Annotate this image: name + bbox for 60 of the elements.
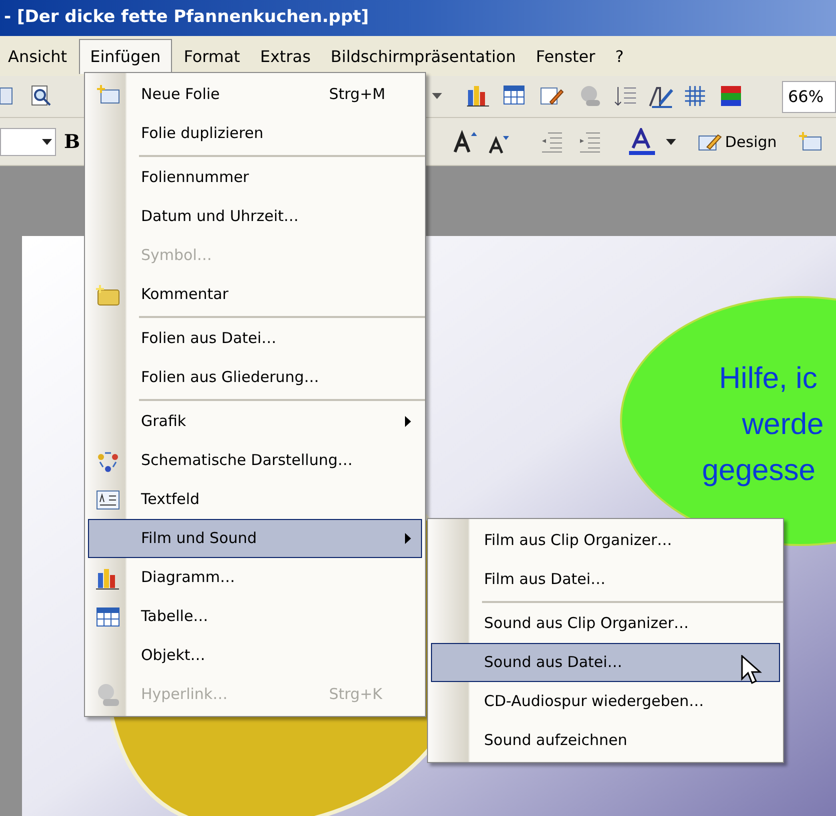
zoom-field[interactable]: 66% [782, 81, 836, 113]
bold-button[interactable]: B [64, 128, 80, 156]
speech-bubble-text: werde [742, 407, 824, 443]
menu-item[interactable]: Neue Folie Strg+M [88, 75, 422, 114]
menu-item[interactable]: Folien aus Datei… [88, 319, 422, 358]
increase-indent-icon[interactable] [578, 131, 602, 153]
menu-item[interactable]: Film aus Clip Organizer… [431, 521, 780, 560]
menu-bar-item[interactable]: Extras [252, 39, 319, 74]
menu-item[interactable]: Film und Sound [88, 519, 422, 558]
wordart-icon[interactable] [648, 84, 674, 108]
menu-item[interactable]: Datum und Uhrzeit… [88, 197, 422, 236]
color-icon[interactable] [720, 85, 742, 107]
menu-item[interactable]: Folien aus Gliederung… [88, 358, 422, 397]
sort-icon[interactable] [614, 85, 638, 107]
design-pencil-icon [698, 132, 722, 152]
menu-item[interactable]: Sound aufzeichnen [431, 721, 780, 760]
comment-icon [95, 284, 121, 306]
decrease-indent-icon[interactable] [540, 131, 564, 153]
menu-item[interactable]: Objekt… [88, 636, 422, 675]
speech-bubble-text: Hilfe, ic [719, 361, 818, 397]
menu-item[interactable]: Schematische Darstellung… [88, 441, 422, 480]
menu-item[interactable]: Foliennummer [88, 158, 422, 197]
speech-bubble-text: gegesse [702, 453, 816, 489]
menu-bar-item[interactable]: Ansicht [0, 39, 76, 74]
dropdown-arrow-icon[interactable] [666, 139, 676, 145]
shrink-font-icon[interactable] [488, 134, 510, 154]
menu-item[interactable]: Folie duplizieren [88, 114, 422, 153]
grid-icon[interactable] [684, 85, 706, 107]
menu-item[interactable]: Grafik [88, 402, 422, 441]
design-button[interactable]: Design [698, 129, 777, 155]
menu-item[interactable]: Sound aus Clip Organizer… [431, 604, 780, 643]
grow-font-icon[interactable] [452, 130, 478, 154]
font-color-icon[interactable] [628, 128, 656, 156]
menu-bar-item[interactable]: Format [176, 39, 248, 74]
new-slide-icon [95, 84, 121, 106]
menu-bar-item[interactable]: Einfügen [79, 39, 172, 74]
menu-item[interactable]: Film aus Datei… [431, 560, 780, 599]
window-title: - [Der dicke fette Pfannenkuchen.ppt] [4, 6, 369, 30]
menu-item[interactable]: Kommentar [88, 275, 422, 314]
table-icon [96, 606, 120, 626]
edit-pencil-icon[interactable] [540, 85, 564, 107]
menu-item[interactable]: Diagramm… [88, 558, 422, 597]
menu-item[interactable]: Sound aus Datei… [431, 643, 780, 682]
dropdown-arrow-icon[interactable] [432, 93, 442, 99]
menu-bar-item[interactable]: Bildschirmpräsentation [322, 39, 524, 74]
chart-icon[interactable] [466, 84, 490, 108]
globe-icon [95, 682, 121, 708]
menu-item[interactable]: Textfeld [88, 480, 422, 519]
mouse-pointer-icon [741, 655, 763, 687]
dropdown-arrow-icon [42, 139, 52, 145]
font-size-field[interactable] [0, 128, 56, 156]
menu-bar-item[interactable]: Fenster [528, 39, 604, 74]
new-slide-icon[interactable] [798, 131, 824, 153]
menu-item[interactable]: CD-Audiospur wiedergeben… [431, 682, 780, 721]
menu-item[interactable]: Tabelle… [88, 597, 422, 636]
print-preview-icon[interactable] [30, 85, 52, 107]
text-box-icon [96, 490, 120, 510]
page-icon[interactable] [0, 86, 14, 106]
menu-bar-item[interactable]: ? [607, 39, 632, 74]
table-icon[interactable] [503, 85, 525, 105]
